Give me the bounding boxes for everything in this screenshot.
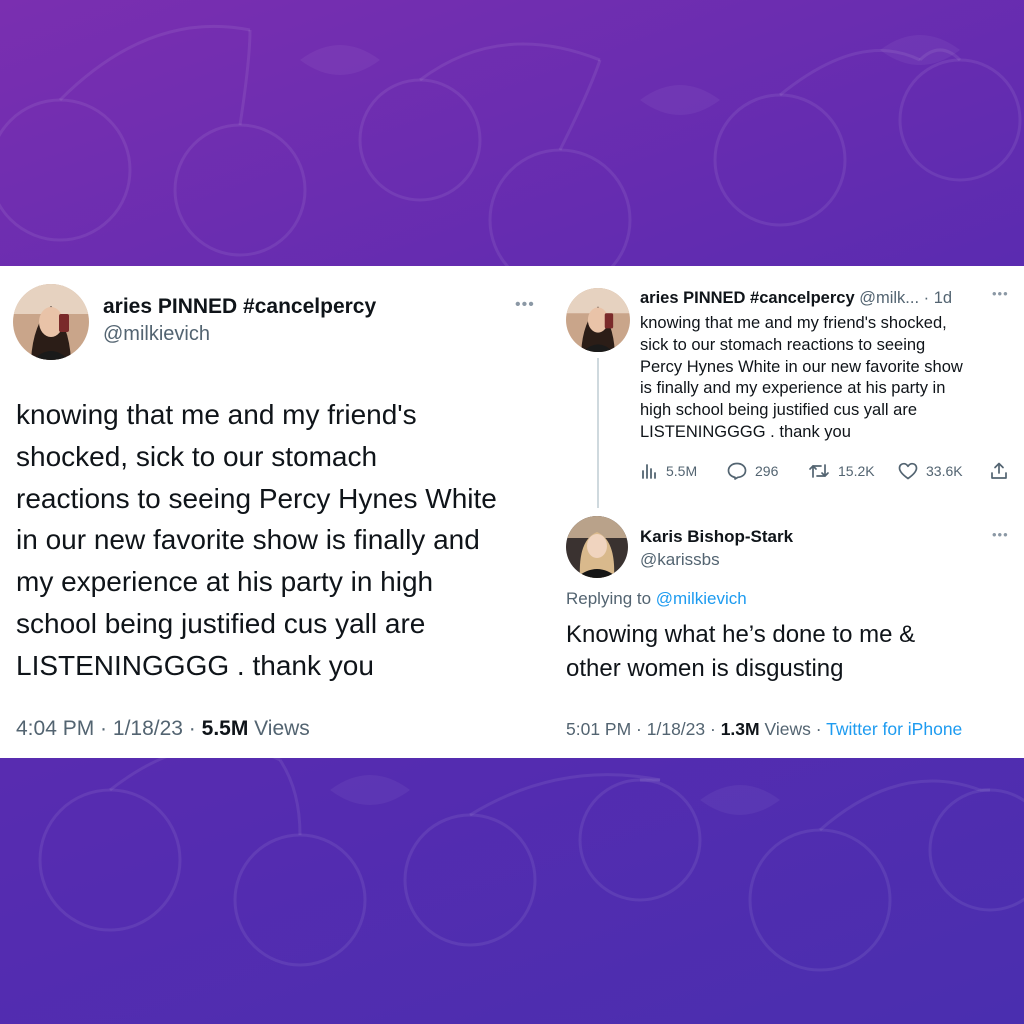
- retweet-count: 15.2K: [838, 463, 875, 479]
- tweet-text-line: high school being justified cus yall are: [640, 401, 917, 420]
- replying-to-link[interactable]: @milkievich: [656, 589, 747, 608]
- thread-connector: [597, 358, 599, 508]
- tweet-text-line: other women is disgusting: [566, 655, 844, 682]
- tweet-age[interactable]: 1d: [934, 289, 952, 307]
- tweet-text-line: in our new favorite show is finally and: [16, 524, 480, 556]
- analytics-icon: [642, 464, 656, 479]
- tweet-text: knowing that me and my friend's shocked,…: [640, 313, 963, 444]
- display-name[interactable]: aries PINNED #cancelpercy: [103, 295, 376, 319]
- reply-action[interactable]: 296: [727, 462, 778, 480]
- tweet-text-line: is finally and my experience at his part…: [640, 379, 946, 398]
- tweet-time[interactable]: 4:04 PM: [16, 717, 94, 740]
- tweet-date[interactable]: 1/18/23: [113, 717, 183, 740]
- tweet-text-line: LISTENINGGGG . thank you: [640, 422, 851, 441]
- retweet-icon: [809, 464, 829, 478]
- heart-icon: [898, 462, 918, 480]
- user-handle[interactable]: @karissbs: [640, 550, 720, 570]
- like-action[interactable]: 33.6K: [898, 462, 963, 480]
- reply-count: 296: [755, 463, 779, 479]
- tweet-text-line: school being justified cus yall are: [16, 607, 426, 639]
- display-name[interactable]: Karis Bishop-Stark: [640, 527, 793, 547]
- avatar[interactable]: [13, 284, 89, 360]
- avatar[interactable]: [566, 288, 630, 352]
- tweet-metadata: 5:01 PM · 1/18/23 · 1.3M Views · Twitter…: [566, 719, 963, 739]
- tweet-metadata: 4:04 PM · 1/18/23 · 5.5M Views: [16, 717, 310, 740]
- share-action[interactable]: [990, 462, 1008, 480]
- tweet-text-line: knowing that me and my friend's: [16, 399, 417, 430]
- more-dots-icon[interactable]: •••: [992, 286, 1009, 301]
- tweet-text-line: my experience at his party in high: [16, 566, 434, 598]
- tweet-text-line: Knowing what he’s done to me &: [566, 621, 916, 648]
- tweet-text-line: reactions to seeing Percy Hynes White: [16, 482, 497, 514]
- views-label: Views: [254, 717, 310, 740]
- views-label: Views: [764, 719, 811, 739]
- tweet-text-line: Percy Hynes White in our new favorite sh…: [640, 357, 963, 376]
- tweet-text-line: shocked, sick to our stomach: [16, 440, 378, 472]
- tweet-header: aries PINNED #cancelpercy @milk... · 1d: [640, 289, 953, 307]
- retweet-action[interactable]: 15.2K: [808, 462, 875, 480]
- tweet-text: Knowing what he’s done to me & other wom…: [566, 618, 915, 686]
- views-count: 1.3M: [720, 719, 760, 739]
- display-name[interactable]: aries PINNED #cancelpercy: [640, 289, 855, 307]
- replying-to: Replying to @milkievich: [566, 589, 747, 609]
- views-action[interactable]: 5.5M: [640, 462, 697, 480]
- user-handle[interactable]: @milk...: [859, 289, 919, 307]
- profile-photo-icon: [566, 288, 630, 352]
- tweet-date[interactable]: 1/18/23: [647, 719, 705, 739]
- user-handle[interactable]: @milkievich: [103, 323, 210, 346]
- more-dots-icon[interactable]: •••: [992, 527, 1009, 542]
- avatar[interactable]: [566, 516, 628, 578]
- reply-icon: [727, 462, 747, 480]
- profile-photo-icon: [566, 516, 628, 578]
- tweet-source-link[interactable]: Twitter for iPhone: [826, 719, 962, 739]
- views-count: 5.5M: [666, 463, 698, 479]
- share-icon: [991, 462, 1007, 479]
- like-count: 33.6K: [926, 463, 963, 479]
- tweet-text-line: LISTENINGGGG . thank you: [16, 649, 374, 681]
- profile-photo-icon: [13, 284, 89, 360]
- replying-prefix: Replying to: [566, 589, 652, 608]
- tweet-text-line: knowing that me and my friend's shocked,: [640, 314, 947, 332]
- more-dots-icon[interactable]: •••: [515, 296, 535, 314]
- tweet-text-line: sick to our stomach reactions to seeing: [640, 335, 926, 354]
- tweet-text: knowing that me and my friend's shocked,…: [16, 394, 497, 687]
- views-count: 5.5M: [201, 717, 249, 740]
- tweet-time[interactable]: 5:01 PM: [566, 719, 631, 739]
